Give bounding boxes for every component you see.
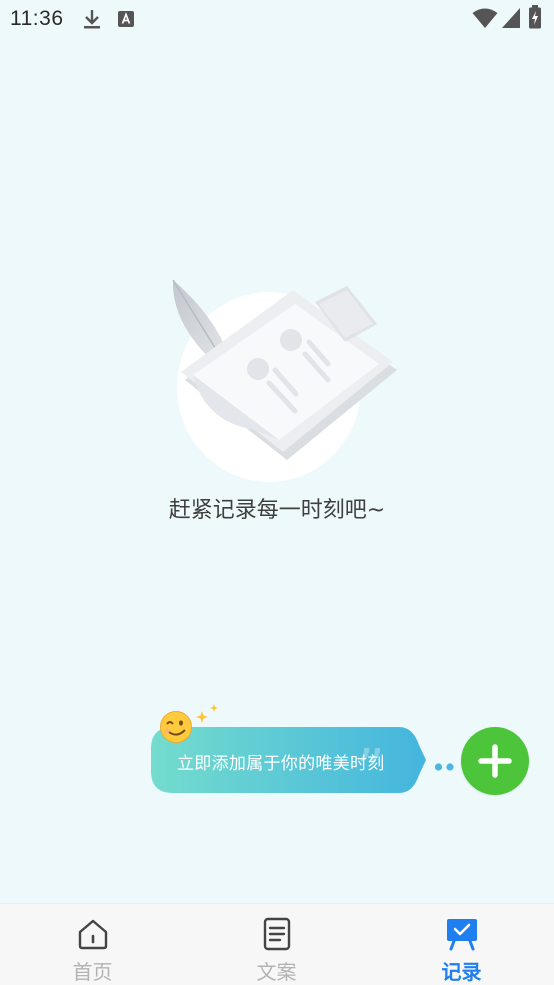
tab-copywriting[interactable]: 文案 bbox=[184, 904, 369, 985]
document-icon bbox=[260, 917, 294, 951]
wifi-icon bbox=[472, 7, 498, 33]
winking-face-icon bbox=[159, 710, 193, 744]
record-board-icon bbox=[445, 917, 479, 951]
home-icon bbox=[76, 917, 110, 951]
sparkle-icon bbox=[194, 703, 220, 729]
add-record-button[interactable] bbox=[461, 727, 529, 795]
keyboard-a-icon bbox=[117, 10, 135, 32]
tab-home[interactable]: 首页 bbox=[0, 904, 185, 985]
status-time: 11:36 bbox=[10, 7, 64, 30]
tab-record-label: 记录 bbox=[441, 960, 482, 984]
tab-copywriting-label: 文案 bbox=[256, 960, 297, 984]
dots-icon bbox=[434, 757, 456, 776]
status-bar: 11:36 bbox=[0, 0, 554, 36]
signal-icon bbox=[501, 7, 521, 33]
empty-state-illustration bbox=[165, 272, 405, 482]
tip-bubble-text: 立即添加属于你的唯美时刻 bbox=[177, 754, 385, 774]
tab-home-label: 首页 bbox=[72, 960, 113, 984]
download-icon bbox=[82, 8, 102, 34]
tab-record[interactable]: 记录 bbox=[369, 904, 554, 985]
battery-charging-icon bbox=[528, 5, 542, 33]
empty-state-message: 赶紧记录每一时刻吧~ bbox=[168, 498, 386, 523]
bottom-tab-bar: 首页 文案 记录 bbox=[0, 903, 554, 985]
